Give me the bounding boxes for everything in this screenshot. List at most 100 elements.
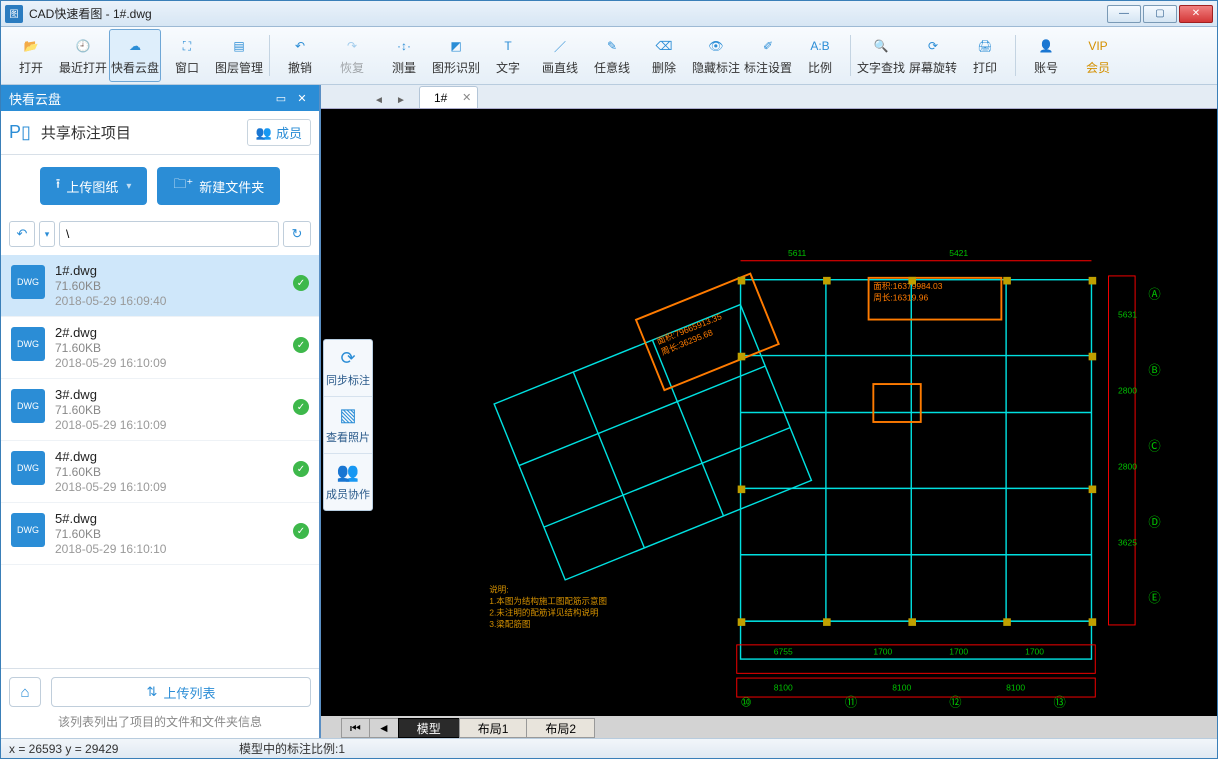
layout-tab-1[interactable]: 布局1 (459, 718, 528, 738)
dwg-icon: DWG (11, 327, 45, 361)
account-icon: 👤 (1033, 35, 1059, 57)
svg-text:8100: 8100 (1006, 682, 1025, 692)
toolbar-hide[interactable]: 👁隐藏标注 (690, 29, 742, 82)
recent-icon: 🕘 (70, 35, 96, 57)
float-photos[interactable]: ▧查看照片 (324, 397, 372, 454)
minimize-button[interactable]: — (1107, 5, 1141, 23)
toolbar-open[interactable]: 📂打开 (5, 29, 57, 82)
file-tab[interactable]: 1# ✕ (419, 86, 478, 108)
svg-text:5611: 5611 (788, 248, 807, 258)
toolbar-undo[interactable]: ↶撤销 (274, 29, 326, 82)
drawing-viewport[interactable]: 面积:79665913.35 周长:36295.68 面积:16379984.0… (321, 109, 1217, 716)
undo-icon: ↶ (287, 35, 313, 57)
folder-plus-icon: 🗀⁺ (173, 175, 193, 197)
svg-text:周长:16319.96: 周长:16319.96 (873, 293, 928, 303)
file-list: DWG1#.dwg71.60KB2018-05-29 16:09:40✓DWG2… (1, 255, 319, 668)
synced-icon: ✓ (293, 461, 309, 477)
project-icon: P▯ (9, 122, 31, 143)
svg-text:2800: 2800 (1118, 461, 1137, 471)
toolbar-layers[interactable]: ▤图层管理 (213, 29, 265, 82)
toolbar-free[interactable]: ✎任意线 (586, 29, 638, 82)
toolbar-account[interactable]: 👤账号 (1020, 29, 1072, 82)
layout-nav-first[interactable]: ⏮ (341, 718, 370, 738)
toolbar-findtext[interactable]: 🔍文字查找 (855, 29, 907, 82)
layout-tab-2[interactable]: 布局2 (526, 718, 595, 738)
file-row[interactable]: DWG1#.dwg71.60KB2018-05-29 16:09:40✓ (1, 255, 319, 317)
path-input[interactable] (59, 221, 279, 247)
dwg-icon: DWG (11, 389, 45, 423)
synced-icon: ✓ (293, 523, 309, 539)
upload-list-button[interactable]: ⇅ 上传列表 (51, 677, 311, 707)
file-row[interactable]: DWG3#.dwg71.60KB2018-05-29 16:10:09✓ (1, 379, 319, 441)
svg-text:5631: 5631 (1118, 310, 1137, 320)
float-collab[interactable]: 👥成员协作 (324, 454, 372, 510)
toolbar-recent[interactable]: 🕘最近打开 (57, 29, 109, 82)
maximize-button[interactable]: ▢ (1143, 5, 1177, 23)
home-button[interactable]: ⌂ (9, 677, 41, 707)
toolbar-text[interactable]: T文字 (482, 29, 534, 82)
panel-pin-icon[interactable]: ▭ (272, 89, 290, 107)
new-folder-button[interactable]: 🗀⁺ 新建文件夹 (157, 167, 280, 205)
members-button[interactable]: 👥 成员 (247, 119, 311, 146)
svg-text:1700: 1700 (1025, 646, 1044, 656)
sync-icon: ⟳ (340, 348, 355, 369)
file-tabstrip: ◄ ► 1# ✕ (321, 85, 1217, 109)
main-toolbar: 📂打开🕘最近打开☁快看云盘⛶窗口▤图层管理↶撤销↷恢复·↕·测量◩图形识别T文字… (1, 27, 1217, 85)
collab-icon: 👥 (337, 462, 359, 483)
panel-close-icon[interactable]: ✕ (293, 89, 311, 107)
toolbar-window[interactable]: ⛶窗口 (161, 29, 213, 82)
svg-text:⑬: ⑬ (1054, 696, 1066, 710)
svg-text:6755: 6755 (774, 646, 793, 656)
svg-text:8100: 8100 (774, 682, 793, 692)
window-title: CAD快速看图 - 1#.dwg (29, 5, 1107, 22)
layout-tab-0[interactable]: 模型 (398, 718, 460, 738)
toolbar-redo[interactable]: ↷恢复 (326, 29, 378, 82)
back-button[interactable]: ↶ (9, 221, 35, 247)
open-icon: 📂 (18, 35, 44, 57)
toolbar-vip[interactable]: VIP会员 (1072, 29, 1124, 82)
upload-button[interactable]: ⭱ 上传图纸 ▾ (40, 167, 148, 205)
free-icon: ✎ (599, 35, 625, 57)
refresh-button[interactable]: ↻ (283, 221, 311, 247)
float-sync[interactable]: ⟳同步标注 (324, 340, 372, 397)
svg-text:⑫: ⑫ (949, 696, 961, 710)
line-icon: ／ (547, 35, 573, 57)
print-icon: 🖨 (972, 35, 998, 57)
vip-icon: VIP (1085, 35, 1111, 57)
svg-text:1700: 1700 (949, 646, 968, 656)
svg-text:3.梁配筋图: 3.梁配筋图 (489, 619, 530, 629)
toolbar-markset[interactable]: ✐标注设置 (742, 29, 794, 82)
scale-icon: A:B (807, 35, 833, 57)
svg-text:Ⓔ: Ⓔ (1148, 591, 1160, 605)
toolbar-print[interactable]: 🖨打印 (959, 29, 1011, 82)
toolbar-scale[interactable]: A:B比例 (794, 29, 846, 82)
rotate-icon: ⟳ (920, 35, 946, 57)
toolbar-shape[interactable]: ◩图形识别 (430, 29, 482, 82)
file-row[interactable]: DWG5#.dwg71.60KB2018-05-29 16:10:10✓ (1, 503, 319, 565)
layout-nav-prev[interactable]: ◄ (369, 718, 399, 738)
toolbar-rotate[interactable]: ⟳屏幕旋转 (907, 29, 959, 82)
close-button[interactable]: ✕ (1179, 5, 1213, 23)
svg-text:5421: 5421 (949, 248, 968, 258)
tab-nav-left[interactable]: ◄ (371, 92, 387, 108)
share-title: 共享标注项目 (41, 122, 131, 143)
status-coords: x = 26593 y = 29429 (9, 742, 239, 756)
float-toolbar: ⟳同步标注▧查看照片👥成员协作 (323, 339, 373, 511)
file-row[interactable]: DWG2#.dwg71.60KB2018-05-29 16:10:09✓ (1, 317, 319, 379)
svg-text:2800: 2800 (1118, 386, 1137, 396)
toolbar-erase[interactable]: ⌫删除 (638, 29, 690, 82)
file-row[interactable]: DWG4#.dwg71.60KB2018-05-29 16:10:09✓ (1, 441, 319, 503)
svg-text:Ⓓ: Ⓓ (1148, 515, 1160, 529)
tab-close-icon[interactable]: ✕ (462, 91, 471, 104)
svg-text:8100: 8100 (892, 682, 911, 692)
tab-nav-right[interactable]: ► (393, 92, 409, 108)
dwg-icon: DWG (11, 513, 45, 547)
svg-text:Ⓐ: Ⓐ (1148, 288, 1160, 302)
toolbar-line[interactable]: ／画直线 (534, 29, 586, 82)
back-dropdown[interactable]: ▾ (39, 221, 55, 247)
toolbar-measure[interactable]: ·↕·测量 (378, 29, 430, 82)
upload-list-icon: ⇅ (147, 684, 158, 700)
upload-icon: ⭱ (56, 175, 61, 197)
toolbar-cloud[interactable]: ☁快看云盘 (109, 29, 161, 82)
svg-text:3625: 3625 (1118, 537, 1137, 547)
